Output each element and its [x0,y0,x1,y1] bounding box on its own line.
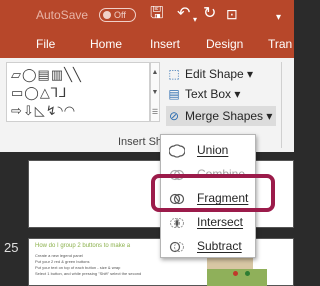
gallery-scroll[interactable]: ▲ ▼ ☰ [150,62,160,122]
autosave-state: Off [114,10,126,20]
tab-home[interactable]: Home [90,37,122,51]
red-button-dot [233,271,238,276]
more-icon[interactable]: ☰ [151,103,159,123]
group-divider [281,62,282,148]
text-box-label: Text Box [185,87,232,101]
toggle-knob [103,11,111,19]
customize-qat-icon[interactable]: ▾ [276,8,281,28]
text-box-button[interactable]: ▤ Text Box ▾ [166,84,240,104]
ribbon-tabs: File Home Insert Design Tran [0,30,294,58]
slide-bullet: Put your 2 red & green buttons [35,259,90,264]
subtract-icon [169,241,184,253]
shapes-gallery[interactable]: ▱◯▤▥╲╲ ▭◯△⅂⅃ ⇨⇩◺↯◝◠ [6,62,150,122]
union-label: Union [197,143,229,157]
green-button-dot [245,271,250,276]
autosave-label: AutoSave [36,8,89,22]
present-icon[interactable]: ⊡ [226,4,238,24]
scroll-down-icon[interactable]: ▼ [151,83,159,103]
slide-bullet: Create a new legend panel [35,253,83,258]
edit-shape-icon: ⬚ [168,67,180,81]
slide-bullet: Put your text on top of each button - si… [35,265,121,270]
union-icon [169,144,185,158]
shapes-row-1[interactable]: ▱◯▤▥╲╲ [11,67,82,85]
tab-transitions[interactable]: Tran [268,37,292,51]
tab-insert[interactable]: Insert [150,37,180,51]
tab-design[interactable]: Design [206,37,243,51]
text-box-icon: ▤ [168,87,180,101]
slide-bullet: Select 1 button, and while pressing "Shi… [35,271,142,276]
undo-dropdown-icon[interactable]: ▾ [193,10,197,30]
save-icon[interactable]: 🖫 [150,4,164,24]
title-bar: AutoSave Off 🖫 ↶ ▾ ↻ ⊡ ▾ [0,0,294,30]
undo-icon[interactable]: ↶ [177,4,190,24]
tab-file[interactable]: File [36,37,55,51]
menu-item-intersect[interactable]: Intersect [161,211,257,235]
shapes-row-2[interactable]: ▭◯△⅂⅃ [11,85,67,103]
merge-shapes-label: Merge Shapes [185,109,264,123]
subtract-label: Subtract [197,239,242,253]
edit-shape-button[interactable]: ⬚ Edit Shape ▾ [166,64,253,84]
menu-item-subtract[interactable]: Subtract [161,235,257,259]
merge-shapes-button[interactable]: ⊘ Merge Shapes ▾ [166,106,277,126]
intersect-icon [170,218,184,228]
autosave-toggle[interactable]: Off [99,8,136,22]
merge-shapes-icon: ⊘ [168,109,180,123]
edit-shape-label: Edit Shape [185,67,244,81]
slide-title: How do I group 2 buttons to make a [35,243,131,249]
menu-item-union[interactable]: Union [161,139,257,163]
intersect-label: Intersect [197,215,244,229]
shapes-row-3[interactable]: ⇨⇩◺↯◝◠ [11,103,76,121]
redo-icon[interactable]: ↻ [203,4,216,24]
scroll-up-icon[interactable]: ▲ [151,63,159,83]
fragment-highlight-box [151,174,275,212]
slide-number: 25 [4,240,19,255]
